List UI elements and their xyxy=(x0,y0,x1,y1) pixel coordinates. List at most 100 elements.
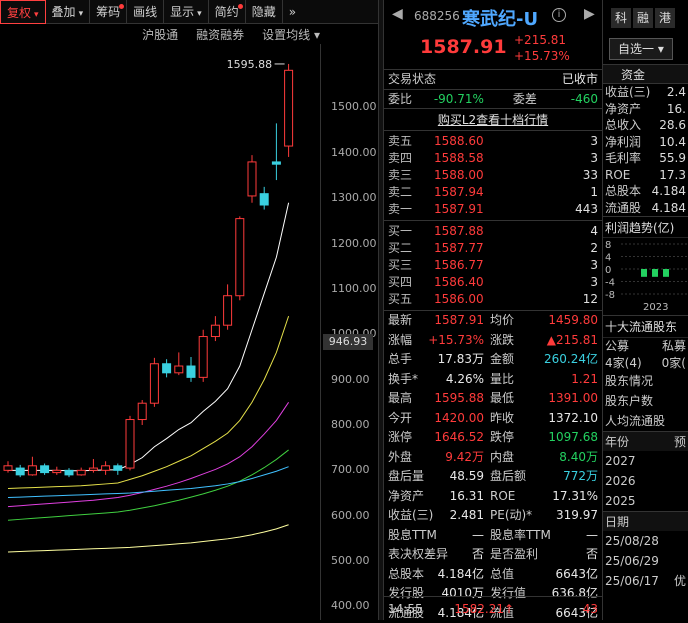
stat-value: 1372.10 xyxy=(530,409,598,429)
stat-value: 1097.68 xyxy=(530,428,598,448)
date-extra: 优 xyxy=(674,571,686,591)
stat-key: 股息率TTM xyxy=(490,526,530,546)
stat-value: 2.481 xyxy=(428,506,490,526)
high-price-label: 1595.88 xyxy=(227,58,273,71)
date-row: 25/08/28 xyxy=(603,531,688,551)
stat-key: 均价 xyxy=(490,311,530,331)
candle-body xyxy=(285,70,293,146)
toolbar-item-5[interactable]: 简约 xyxy=(209,0,246,24)
stat-value: 4.26% xyxy=(428,370,490,390)
ma-setting-button[interactable]: 设置均线 ▾ xyxy=(262,26,320,44)
ask-book: 卖五1588.603卖四1588.583卖三1588.0033卖二1587.94… xyxy=(384,131,602,221)
tick-volume: 43 xyxy=(524,602,598,616)
finance-row: 流通股4.184 xyxy=(603,200,688,217)
toolbar-item-0[interactable]: 复权▾ xyxy=(0,0,46,24)
stat-row: 收益(三)2.481PE(动)*319.97 xyxy=(384,506,602,526)
stat-value: 否 xyxy=(530,545,598,565)
candle-body xyxy=(199,337,207,378)
book-level-price: 1586.40 xyxy=(434,274,504,291)
toolbar-item-1[interactable]: 叠加▾ xyxy=(46,0,91,24)
holders-col-public: 公募 xyxy=(605,338,629,355)
finance-rows: 收益(三)2.4净资产16.总收入28.6净利润10.4毛利率55.9ROE17… xyxy=(603,84,688,216)
bid-book: 买一1587.884买二1587.772买三1586.773买四1586.403… xyxy=(384,221,602,311)
toolbar-item-6[interactable]: 隐藏 xyxy=(246,0,283,24)
toolbar-item-4[interactable]: 显示▾ xyxy=(164,0,209,24)
book-level-price: 1587.94 xyxy=(434,184,504,201)
stat-row: 今开1420.00昨收1372.10 xyxy=(384,409,602,429)
stat-key: PE(动)* xyxy=(490,506,530,526)
double-chevron-right-icon[interactable]: » xyxy=(283,0,302,24)
prev-stock-icon[interactable]: ◀ xyxy=(392,6,403,22)
order-book-row[interactable]: 卖一1587.91443 xyxy=(384,201,602,218)
finance-key: ROE xyxy=(605,167,630,184)
stock-name[interactable]: 寒武纪-U xyxy=(462,5,538,31)
order-book-row[interactable]: 卖三1588.0033 xyxy=(384,167,602,184)
stat-value: 1595.88 xyxy=(428,389,490,409)
order-book-row[interactable]: 买四1586.403 xyxy=(384,274,602,291)
order-book-row[interactable]: 卖五1588.603 xyxy=(384,133,602,150)
stat-key: 跌停 xyxy=(490,428,530,448)
order-book-row[interactable]: 卖二1587.941 xyxy=(384,184,602,201)
book-level-price: 1587.88 xyxy=(434,223,504,240)
holders-count-private: 0家( xyxy=(662,355,686,372)
candle-body xyxy=(4,466,12,471)
order-book-row[interactable]: 买五1586.0012 xyxy=(384,291,602,308)
holder-info-row[interactable]: 股东情况 xyxy=(603,371,688,391)
side-tab-2[interactable]: 港 xyxy=(655,8,675,28)
l2-upgrade-link[interactable]: 购买L2查看十档行情 xyxy=(384,109,602,131)
candle-body xyxy=(89,468,97,470)
info-icon[interactable]: i xyxy=(552,8,566,22)
order-book-row[interactable]: 买一1587.884 xyxy=(384,223,602,240)
candle-body xyxy=(224,296,232,325)
ma-line-5 xyxy=(8,525,289,552)
hgt-label[interactable]: 沪股通 xyxy=(142,26,178,44)
next-stock-icon[interactable]: ▶ xyxy=(584,6,595,22)
stat-value: 1.21 xyxy=(530,370,598,390)
order-book-row[interactable]: 买三1586.773 xyxy=(384,257,602,274)
trend-bar xyxy=(663,269,669,277)
stat-key: 内盘 xyxy=(490,448,530,468)
year-head-label: 年份 xyxy=(605,432,629,451)
toolbar-item-label: 显示 xyxy=(170,5,194,19)
side-tab-1[interactable]: 融 xyxy=(633,8,653,28)
order-book-row[interactable]: 买二1587.772 xyxy=(384,240,602,257)
profit-trend-title[interactable]: 利润趋势(亿) xyxy=(603,216,688,238)
stat-key: 最新 xyxy=(388,311,428,331)
holders-title[interactable]: 十大流通股东 xyxy=(603,316,688,338)
finance-row: ROE17.3 xyxy=(603,167,688,184)
side-tab-0[interactable]: 科 xyxy=(611,8,631,28)
year-head-forecast: 预 xyxy=(674,432,686,451)
date-value: 25/08/28 xyxy=(605,531,659,551)
price-axis-tick: 1200.00 xyxy=(331,237,377,250)
order-ratio-row: 委比 -90.71% 委差 -460 xyxy=(384,90,602,109)
stat-value: 48.59 xyxy=(428,467,490,487)
toolbar-item-2[interactable]: 筹码 xyxy=(90,0,127,24)
watchlist-select[interactable]: 自选一 ▾ xyxy=(609,38,673,60)
finance-row: 总股本4.184 xyxy=(603,183,688,200)
quote-header: ◀ 688256 寒武纪-U i ▶ 1587.91 +215.81 +15.7… xyxy=(384,0,602,70)
price-change: +215.81 +15.73% xyxy=(514,32,570,64)
toolbar-item-3[interactable]: 画线 xyxy=(127,0,164,24)
order-book-row[interactable]: 卖四1588.583 xyxy=(384,150,602,167)
candle-body xyxy=(260,194,268,205)
kline-chart-panel[interactable]: 复权▾叠加▾筹码画线显示▾简约隐藏» 沪股通 融资融券 设置均线 ▾ 1595.… xyxy=(0,0,378,620)
stat-key: 盘后额 xyxy=(490,467,530,487)
book-level-label: 卖四 xyxy=(388,150,434,167)
book-level-volume: 12 xyxy=(504,291,598,308)
kline-canvas[interactable]: 1595.88 xyxy=(0,44,320,620)
date-header: 日期 xyxy=(603,511,688,531)
notice-dot-icon xyxy=(238,4,243,9)
stat-row: 净资产16.31ROE17.31% xyxy=(384,487,602,507)
finance-row: 净资产16. xyxy=(603,101,688,118)
last-price: 1587.91 xyxy=(420,36,507,58)
margin-label[interactable]: 融资融券 xyxy=(196,26,244,44)
date-value: 25/06/29 xyxy=(605,551,659,571)
fund-header[interactable]: 资金 xyxy=(603,64,688,84)
finance-key: 收益(三) xyxy=(605,84,650,101)
holder-info-row[interactable]: 人均流通股 xyxy=(603,411,688,431)
finance-row: 毛利率55.9 xyxy=(603,150,688,167)
holder-info-row[interactable]: 股东户数 xyxy=(603,391,688,411)
date-row: 25/06/17优 xyxy=(603,571,688,591)
stat-value: 8.40万 xyxy=(530,448,598,468)
candle-body xyxy=(187,366,195,377)
